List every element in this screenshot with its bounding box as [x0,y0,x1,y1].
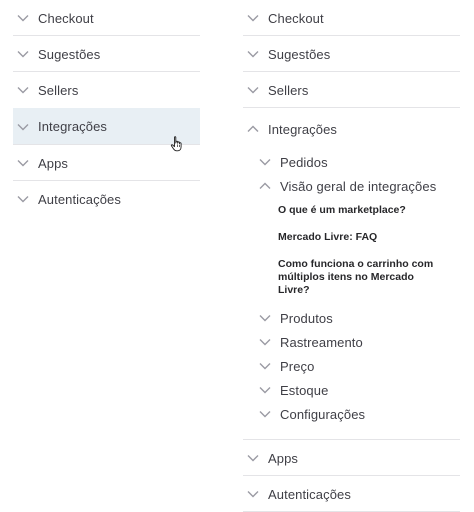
submenu-item-preco[interactable]: Preço [243,354,460,378]
chevron-down-icon [14,11,32,25]
chevron-down-icon [14,47,32,61]
menu-item-sugestoes[interactable]: Sugestões [243,36,460,72]
chevron-down-icon [256,359,274,373]
menu-item-label: Autenticações [268,486,351,502]
menu-item-label: Sugestões [38,46,101,62]
menu-item-autenticacoes[interactable]: Autenticações [243,476,460,512]
chevron-down-icon [14,192,32,206]
menu-item-sellers[interactable]: Sellers [243,72,460,108]
article-link-marketplace[interactable]: O que é um marketplace? [243,204,460,217]
chevron-down-icon [244,487,262,501]
menu-item-checkout[interactable]: Checkout [243,0,460,36]
chevron-down-icon [244,451,262,465]
chevron-down-icon [256,407,274,421]
chevron-down-icon [244,83,262,97]
submenu-item-label: Estoque [280,382,329,398]
menu-item-apps[interactable]: Apps [243,440,460,476]
submenu-item-rastreamento[interactable]: Rastreamento [243,330,460,354]
chevron-down-icon [256,155,274,169]
chevron-up-icon [256,179,274,193]
chevron-down-icon [256,311,274,325]
article-link-carrinho-multiplos-itens[interactable]: Como funciona o carrinho com múltiplos i… [243,258,438,297]
submenu-item-label: Rastreamento [280,334,363,350]
menu-item-sellers[interactable]: Sellers [13,72,200,108]
chevron-down-icon [256,383,274,397]
menu-item-label: Apps [268,450,299,466]
submenu-item-label: Pedidos [280,154,328,170]
menu-item-label: Sellers [38,82,79,98]
left-menu: Checkout Sugestões Sellers Integrações A… [13,0,200,217]
submenu-item-configuracoes[interactable]: Configurações [243,402,460,426]
submenu-item-estoque[interactable]: Estoque [243,378,460,402]
chevron-down-icon [244,11,262,25]
hand-pointer-icon [170,136,182,152]
chevron-down-icon [244,47,262,61]
submenu-item-visao-geral[interactable]: Visão geral de integrações [243,174,460,198]
chevron-down-icon [14,156,32,170]
chevron-down-icon [14,83,32,97]
menu-item-sugestoes[interactable]: Sugestões [13,36,200,72]
submenu-item-produtos[interactable]: Produtos [243,306,460,330]
submenu-item-label: Visão geral de integrações [280,178,437,194]
menu-item-label: Integrações [38,119,108,134]
submenu-item-label: Produtos [280,310,333,326]
menu-item-autenticacoes[interactable]: Autenticações [13,181,200,217]
expanded-section-integracoes: Integrações Pedidos Visão geral de integ… [243,108,460,440]
menu-item-label: Integrações [268,121,338,137]
right-menu: Checkout Sugestões Sellers Integrações P… [243,0,460,512]
article-link-mercado-livre-faq[interactable]: Mercado Livre: FAQ [243,231,460,244]
menu-item-label: Apps [38,155,69,171]
submenu-item-pedidos[interactable]: Pedidos [243,150,460,174]
menu-item-label: Sugestões [268,46,331,62]
menu-item-label: Checkout [38,10,94,26]
menu-item-label: Autenticações [38,191,121,207]
menu-item-label: Checkout [268,10,324,26]
menu-item-integracoes[interactable]: Integrações [243,108,460,150]
submenu-item-label: Preço [280,358,315,374]
menu-item-label: Sellers [268,82,309,98]
chevron-up-icon [244,122,262,136]
chevron-down-icon [14,120,32,134]
submenu-item-label: Configurações [280,406,366,422]
chevron-down-icon [256,335,274,349]
menu-item-checkout[interactable]: Checkout [13,0,200,36]
